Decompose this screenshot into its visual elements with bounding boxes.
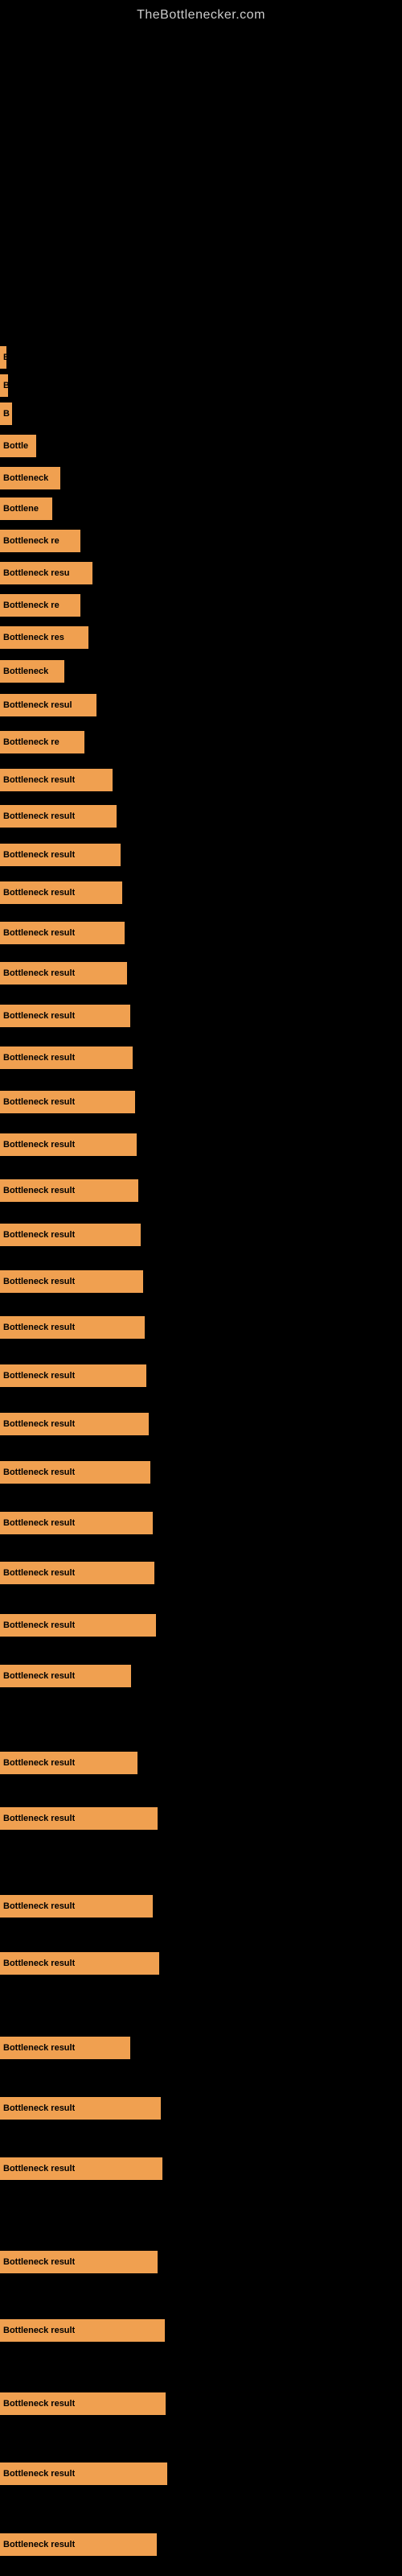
bar-item: Bottleneck result bbox=[0, 769, 113, 791]
bar-item: Bottleneck result bbox=[0, 1364, 146, 1387]
bar-label: Bottleneck result bbox=[3, 2326, 75, 2335]
bar-label: Bottleneck result bbox=[3, 775, 75, 785]
bar-label: Bottleneck re bbox=[3, 601, 59, 610]
bar-item: Bottleneck result bbox=[0, 1270, 143, 1293]
bar-label: Bottleneck result bbox=[3, 1140, 75, 1150]
bar-item: Bottleneck result bbox=[0, 881, 122, 904]
bar-label: Bottleneck result bbox=[3, 2164, 75, 2174]
bar-item: Bottleneck result bbox=[0, 844, 121, 866]
bar-label: Bottleneck result bbox=[3, 1758, 75, 1768]
bar-label: Bottleneck result bbox=[3, 1323, 75, 1332]
bar-label: Bottleneck result bbox=[3, 928, 75, 938]
bar-label: Bottlene bbox=[3, 504, 39, 514]
bar-item: Bottleneck resul bbox=[0, 694, 96, 716]
bar-item: Bottleneck resu bbox=[0, 562, 92, 584]
bar-label: Bottleneck result bbox=[3, 1419, 75, 1429]
bar-item: Bottleneck result bbox=[0, 1952, 159, 1975]
bar-label: Bottleneck re bbox=[3, 536, 59, 546]
bar-item: Bottleneck result bbox=[0, 1562, 154, 1584]
bar-item: Bottleneck result bbox=[0, 1133, 137, 1156]
bar-item: Bottleneck result bbox=[0, 1179, 138, 1202]
bar-label: Bottleneck result bbox=[3, 1011, 75, 1021]
bar-label: Bottleneck result bbox=[3, 1053, 75, 1063]
bar-label: Bottleneck result bbox=[3, 1620, 75, 1630]
bar-item: Bottleneck result bbox=[0, 1091, 135, 1113]
bar-label: Bottleneck result bbox=[3, 1277, 75, 1286]
bar-item: Bottleneck result bbox=[0, 1413, 149, 1435]
bar-label: Bottleneck bbox=[3, 667, 48, 676]
bar-item: Bottleneck bbox=[0, 660, 64, 683]
bar-label: Bottle bbox=[3, 441, 28, 451]
bar-label: Bottleneck result bbox=[3, 1518, 75, 1528]
bar-label: Bottleneck bbox=[3, 473, 48, 483]
bar-item: Bottleneck result bbox=[0, 2157, 162, 2180]
bar-item: Bottleneck result bbox=[0, 2319, 165, 2342]
bar-item: Bottleneck result bbox=[0, 1665, 131, 1687]
bar-label: Bottleneck result bbox=[3, 1568, 75, 1578]
bar-item: Bottleneck result bbox=[0, 2097, 161, 2120]
bar-item: Bottleneck result bbox=[0, 1752, 137, 1774]
bar-item: Bottleneck re bbox=[0, 594, 80, 617]
bar-item: Bottleneck result bbox=[0, 1005, 130, 1027]
bar-item: B bbox=[0, 346, 6, 369]
bar-item: Bottleneck result bbox=[0, 2533, 157, 2556]
bar-label: Bottleneck result bbox=[3, 1468, 75, 1477]
bar-label: Bottleneck result bbox=[3, 2399, 75, 2409]
bar-item: Bottleneck result bbox=[0, 1046, 133, 1069]
bar-item: B bbox=[0, 402, 12, 425]
bar-label: Bottleneck result bbox=[3, 850, 75, 860]
bar-label: Bottleneck result bbox=[3, 1371, 75, 1381]
bar-label: Bottleneck result bbox=[3, 1186, 75, 1195]
bar-item: B bbox=[0, 374, 8, 397]
bar-item: Bottleneck result bbox=[0, 1807, 158, 1830]
bars-container: B B B Bottle Bottleneck Bottlene Bottleneck re… bbox=[0, 0, 402, 2576]
bar-label: B bbox=[3, 381, 8, 390]
bar-label: Bottleneck result bbox=[3, 1814, 75, 1823]
bar-item: Bottleneck result bbox=[0, 2392, 166, 2415]
bar-item: Bottleneck result bbox=[0, 922, 125, 944]
bar-label: Bottleneck result bbox=[3, 2469, 75, 2479]
bar-label: Bottleneck resul bbox=[3, 700, 72, 710]
bar-item: Bottleneck result bbox=[0, 1895, 153, 1918]
bar-label: Bottleneck result bbox=[3, 2540, 75, 2549]
bar-label: B bbox=[3, 353, 6, 362]
bar-item: Bottleneck re bbox=[0, 731, 84, 753]
bar-item: Bottle bbox=[0, 435, 36, 457]
bar-item: Bottleneck result bbox=[0, 1614, 156, 1637]
bar-item: Bottleneck result bbox=[0, 2462, 167, 2485]
bar-item: Bottleneck result bbox=[0, 1512, 153, 1534]
bar-label: Bottleneck result bbox=[3, 2043, 75, 2053]
bar-item: Bottleneck result bbox=[0, 805, 117, 828]
bar-item: Bottleneck res bbox=[0, 626, 88, 649]
bar-label: Bottleneck result bbox=[3, 1959, 75, 1968]
bar-item: Bottleneck result bbox=[0, 1316, 145, 1339]
bar-item: Bottleneck result bbox=[0, 2251, 158, 2273]
bar-label: Bottleneck result bbox=[3, 1097, 75, 1107]
bar-label: Bottleneck resu bbox=[3, 568, 70, 578]
bar-item: Bottleneck re bbox=[0, 530, 80, 552]
bar-item: Bottleneck result bbox=[0, 1224, 141, 1246]
bar-item: Bottleneck result bbox=[0, 962, 127, 985]
bar-label: Bottleneck result bbox=[3, 1230, 75, 1240]
bar-label: Bottleneck result bbox=[3, 2257, 75, 2267]
bar-label: Bottleneck res bbox=[3, 633, 64, 642]
bar-label: Bottleneck result bbox=[3, 811, 75, 821]
bar-label: Bottleneck re bbox=[3, 737, 59, 747]
bar-label: Bottleneck result bbox=[3, 2103, 75, 2113]
bar-item: Bottleneck bbox=[0, 467, 60, 489]
bar-label: B bbox=[3, 409, 10, 419]
bar-label: Bottleneck result bbox=[3, 1901, 75, 1911]
bar-label: Bottleneck result bbox=[3, 1671, 75, 1681]
bar-item: Bottlene bbox=[0, 497, 52, 520]
bar-item: Bottleneck result bbox=[0, 2037, 130, 2059]
bar-label: Bottleneck result bbox=[3, 888, 75, 898]
bar-label: Bottleneck result bbox=[3, 968, 75, 978]
bar-item: Bottleneck result bbox=[0, 1461, 150, 1484]
